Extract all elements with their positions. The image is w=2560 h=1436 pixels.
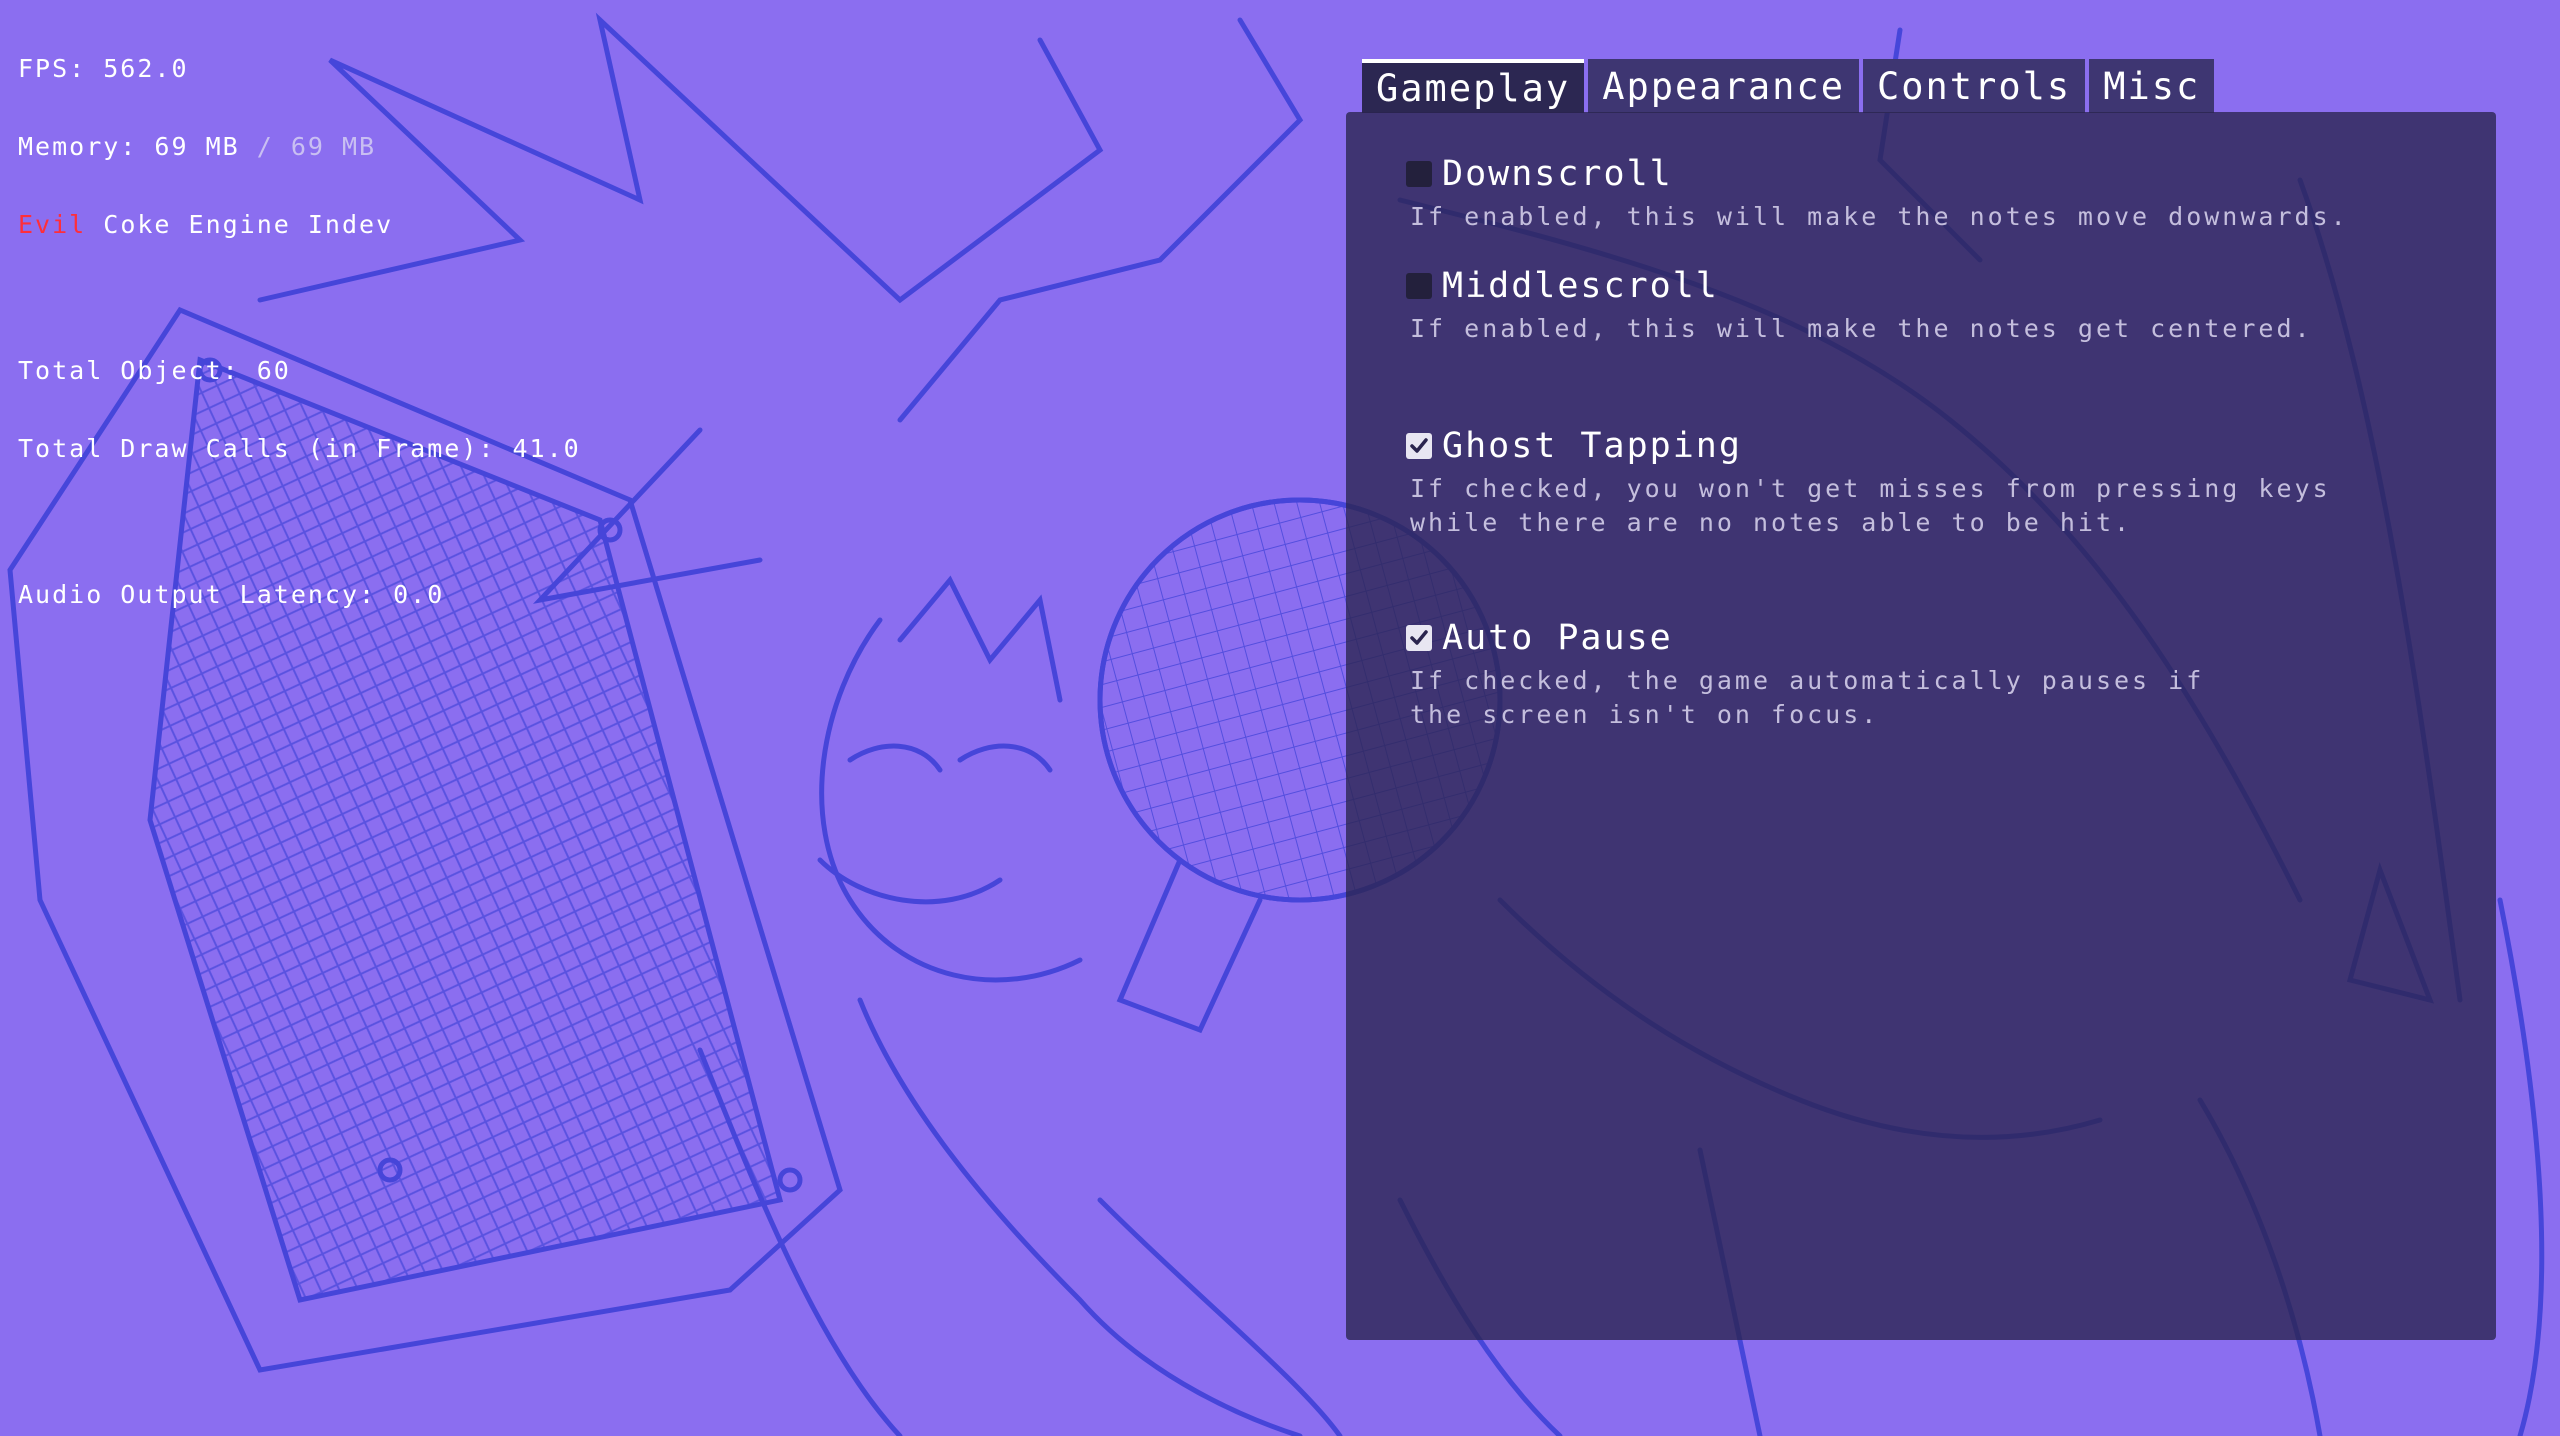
- draw-calls: Total Draw Calls (in Frame): 41.0: [18, 434, 581, 463]
- downscroll-description: If enabled, this will make the notes mov…: [1410, 202, 2349, 231]
- debug-overlay: FPS: 562.0 Memory: 69 MB / 69 MB Evil Co…: [18, 4, 581, 634]
- memory-used: Memory: 69 MB: [18, 132, 240, 161]
- middlescroll-label: Middlescroll: [1442, 266, 1719, 306]
- middlescroll-description: If enabled, this will make the notes get…: [1410, 314, 2313, 343]
- engine-name-rest: Coke Engine Indev: [86, 210, 394, 239]
- ghost-tapping-checkbox[interactable]: [1406, 433, 1432, 459]
- downscroll-label: Downscroll: [1442, 154, 1673, 194]
- tab-appearance[interactable]: Appearance: [1588, 59, 1859, 113]
- memory-peak: / 69 MB: [239, 132, 377, 161]
- gameplay-options-panel: Downscroll If enabled, this will make th…: [1346, 112, 2496, 1340]
- check-icon: [1410, 438, 1428, 453]
- option-auto-pause: Auto Pause If checked, the game automati…: [1406, 618, 2204, 732]
- tab-misc[interactable]: Misc: [2089, 59, 2215, 113]
- engine-name-highlight: Evil: [18, 210, 87, 239]
- total-objects: Total Object: 60: [18, 356, 291, 385]
- auto-pause-label: Auto Pause: [1442, 618, 1673, 658]
- ghost-tapping-description: If checked, you won't get misses from pr…: [1410, 474, 2331, 537]
- downscroll-checkbox[interactable]: [1406, 161, 1432, 187]
- auto-pause-checkbox[interactable]: [1406, 625, 1432, 651]
- audio-latency: Audio Output Latency: 0.0: [18, 580, 445, 609]
- option-ghost-tapping: Ghost Tapping If checked, you won't get …: [1406, 426, 2331, 540]
- tab-controls[interactable]: Controls: [1862, 59, 2086, 113]
- option-downscroll: Downscroll If enabled, this will make th…: [1406, 154, 2349, 234]
- middlescroll-checkbox[interactable]: [1406, 273, 1432, 299]
- check-icon: [1410, 630, 1428, 645]
- options-tab-bar: Gameplay Appearance Controls Misc: [1362, 59, 2215, 113]
- ghost-tapping-label: Ghost Tapping: [1442, 426, 1742, 466]
- option-middlescroll: Middlescroll If enabled, this will make …: [1406, 266, 2313, 346]
- fps-counter: FPS: 562.0: [18, 54, 189, 83]
- engine-version: Evil Coke Engine Indev: [18, 212, 581, 238]
- tab-gameplay[interactable]: Gameplay: [1362, 59, 1585, 113]
- memory-readout: Memory: 69 MB / 69 MB: [18, 134, 581, 160]
- auto-pause-description: If checked, the game automatically pause…: [1410, 666, 2205, 729]
